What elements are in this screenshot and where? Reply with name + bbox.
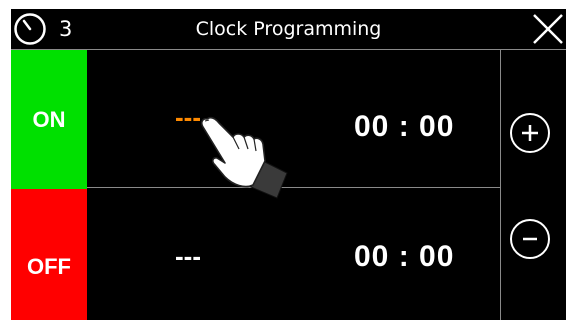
minus-icon <box>523 237 537 241</box>
decrement-button[interactable] <box>510 219 550 259</box>
plus-icon <box>522 125 538 141</box>
off-button[interactable]: OFF <box>11 189 87 320</box>
side-divider <box>500 50 501 320</box>
row-divider <box>87 187 500 188</box>
on-button-label: ON <box>32 106 66 132</box>
increment-button[interactable] <box>510 113 550 153</box>
on-day-field[interactable]: --- <box>175 104 201 130</box>
off-time-field[interactable]: 00 : 00 <box>354 241 454 273</box>
off-schedule-row: OFF --- 00 : 00 <box>11 189 500 320</box>
clock-programming-screen: 3 Clock Programming ON --- 00 : 00 OFF -… <box>11 9 566 320</box>
page-title: Clock Programming <box>195 18 382 40</box>
off-day-field[interactable]: --- <box>175 243 201 269</box>
off-button-label: OFF <box>27 253 71 279</box>
on-button[interactable]: ON <box>11 50 87 189</box>
close-icon[interactable] <box>530 12 566 46</box>
on-schedule-row: ON --- 00 : 00 <box>11 50 500 189</box>
on-time-field[interactable]: 00 : 00 <box>354 111 454 143</box>
title-bar: 3 Clock Programming <box>11 9 566 50</box>
